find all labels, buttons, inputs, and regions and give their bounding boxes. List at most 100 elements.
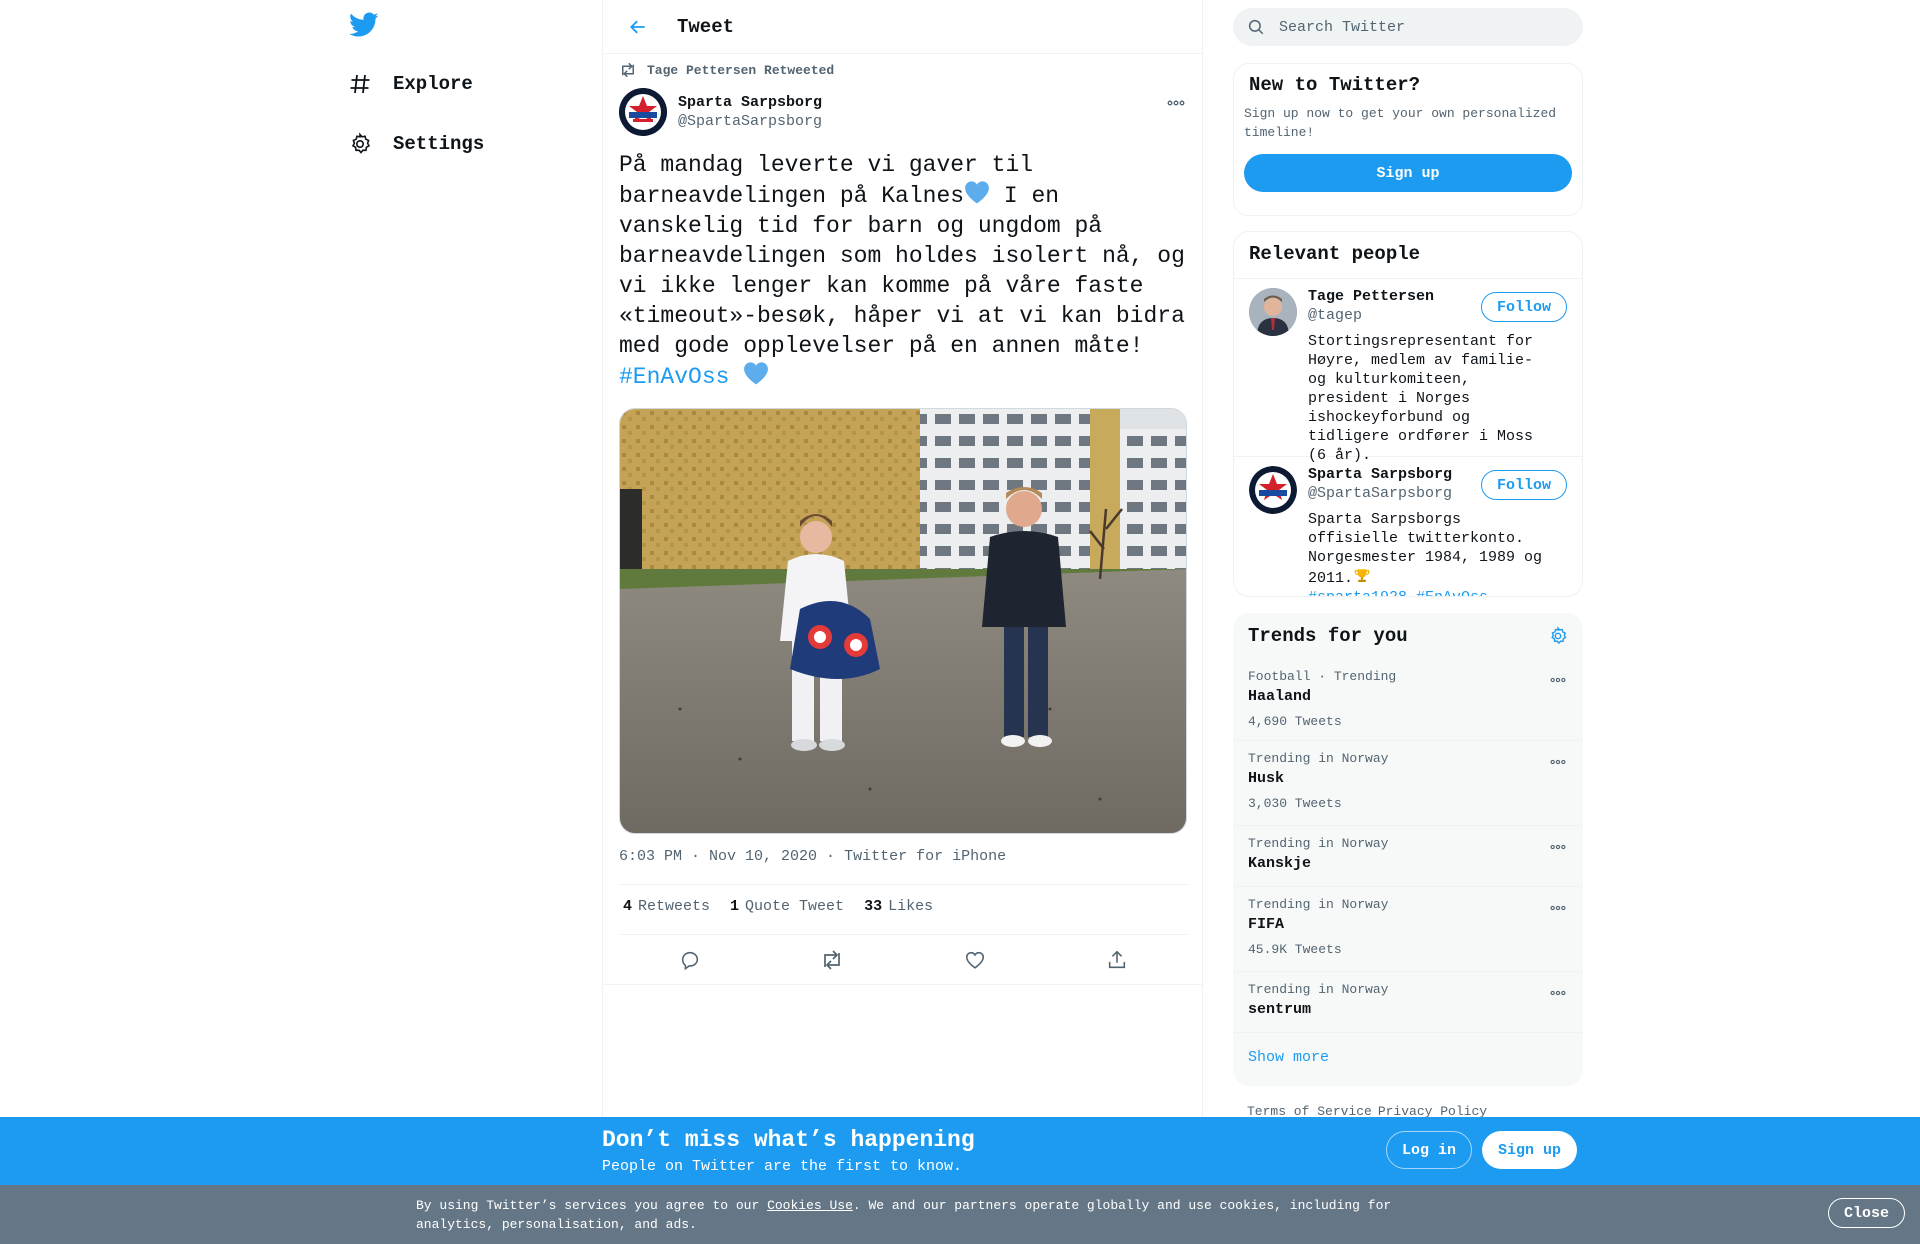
cookie-text: By using Twitter’s services you agree to…	[416, 1196, 1416, 1234]
likes-count: 33	[864, 898, 883, 915]
retweets-stat[interactable]: 4 Retweets	[623, 898, 710, 915]
trend-name: Kanskje	[1248, 855, 1312, 872]
person-bio: Sparta Sarpsborgs offisielle twitterkont…	[1308, 510, 1560, 596]
person-bio: Stortingsrepresentant for Høyre, medlem …	[1308, 333, 1534, 464]
tweet-photo[interactable]	[619, 408, 1187, 834]
sparta-logo-avatar[interactable]	[619, 88, 667, 136]
trend-context: Trending in Norway	[1248, 751, 1389, 766]
more-options-icon[interactable]	[1547, 673, 1569, 687]
trend-name: sentrum	[1248, 1001, 1312, 1018]
trend-count: 45.9K Tweets	[1248, 942, 1342, 957]
share-icon[interactable]	[1100, 943, 1134, 977]
retweet-small-icon	[622, 62, 634, 78]
banner-subtitle: People on Twitter are the first to know.	[602, 1158, 963, 1175]
author-handle[interactable]: @SpartaSarpsborg	[678, 113, 822, 130]
sparta-logo-avatar[interactable]	[1249, 466, 1297, 514]
signup-card: New to Twitter? Sign up now to get your …	[1233, 63, 1583, 216]
tweet-text-part2: I en vanskelig tid for barn og ungdom på…	[619, 183, 1185, 359]
likes-label: Likes	[888, 898, 934, 915]
nav-explore-label: Explore	[393, 73, 473, 95]
retweets-label: Retweets	[638, 898, 711, 915]
search-input[interactable]	[1279, 18, 1559, 36]
show-more-link[interactable]: Show more	[1233, 1033, 1583, 1082]
trend-item[interactable]: Trending in Norway Kanskje	[1233, 826, 1583, 887]
retweeted-by-label: Tage Pettersen Retweeted	[647, 62, 835, 78]
more-options-icon[interactable]	[1164, 94, 1188, 112]
person-item[interactable]: Tage Pettersen @tagep Stortingsrepresent…	[1234, 279, 1582, 464]
banner-title: Don’t miss what’s happening	[602, 1127, 975, 1153]
cookie-bar: By using Twitter’s services you agree to…	[0, 1185, 1920, 1244]
tweet-column: Tweet Tage Pettersen Retweeted Sparta Sa…	[602, 0, 1203, 1244]
trends-title: Trends for you	[1248, 625, 1408, 647]
follow-button[interactable]: Follow	[1480, 292, 1567, 322]
trend-item[interactable]: Trending in Norway Husk 3,030 Tweets	[1233, 741, 1583, 826]
retweet-icon[interactable]	[815, 943, 849, 977]
tweet-author[interactable]: Sparta Sarpsborg @SpartaSarpsborg	[619, 88, 822, 136]
trends-settings-gear-icon[interactable]	[1548, 626, 1568, 646]
quotes-stat[interactable]: 1 Quote Tweet	[730, 898, 844, 915]
blue-heart-emoji	[965, 181, 989, 204]
search-icon	[1248, 19, 1264, 35]
signup-button[interactable]: Sign up	[1244, 154, 1572, 192]
trend-count: 4,690 Tweets	[1248, 714, 1342, 729]
trend-item[interactable]: Football · Trending Haaland 4,690 Tweets	[1233, 659, 1583, 741]
divider	[603, 984, 1202, 985]
twitter-bird-icon[interactable]	[349, 12, 379, 40]
person-bio-tags[interactable]: #sparta1928 #EnAvOss	[1308, 589, 1488, 596]
retweet-context[interactable]: Tage Pettersen Retweeted	[619, 62, 834, 78]
more-options-icon[interactable]	[1547, 901, 1569, 915]
person-item[interactable]: Sparta Sarpsborg @SpartaSarpsborg Sparta…	[1234, 457, 1582, 596]
gear-icon	[345, 129, 375, 159]
hashtag-icon	[345, 69, 375, 99]
tweet-actions	[619, 942, 1188, 978]
tweet-header: Tweet	[603, 0, 1202, 54]
trend-count: 3,030 Tweets	[1248, 796, 1342, 811]
divider	[619, 884, 1188, 885]
back-arrow-icon[interactable]	[623, 12, 653, 42]
relevant-people-card: Relevant people Tage Pettersen @tagep St…	[1233, 231, 1583, 597]
blue-heart-emoji	[744, 362, 769, 385]
cookie-close-button[interactable]: Close	[1828, 1198, 1906, 1228]
retweets-count: 4	[623, 898, 633, 915]
quotes-label: Quote Tweet	[745, 898, 845, 915]
trend-name: FIFA	[1248, 916, 1285, 933]
avatar[interactable]	[1249, 288, 1297, 336]
signup-card-title: New to Twitter?	[1249, 74, 1421, 96]
quotes-count: 1	[730, 898, 740, 915]
like-icon[interactable]	[958, 943, 992, 977]
tweet-meta: 6:03 PM · Nov 10, 2020 · Twitter for iPh…	[619, 848, 1007, 865]
login-button[interactable]: Log in	[1386, 1131, 1473, 1169]
trend-context: Football · Trending	[1248, 669, 1397, 684]
nav-explore[interactable]: Explore	[345, 64, 473, 104]
trends-card: Trends for you Football · Trending Haala…	[1233, 613, 1583, 1086]
likes-stat[interactable]: 33 Likes	[864, 898, 933, 915]
trend-context: Trending in Norway	[1248, 897, 1389, 912]
follow-button[interactable]: Follow	[1480, 470, 1567, 500]
trend-item[interactable]: Trending in Norway FIFA 45.9K Tweets	[1233, 887, 1583, 972]
nav-settings[interactable]: Settings	[345, 124, 484, 164]
more-options-icon[interactable]	[1547, 755, 1569, 769]
more-options-icon[interactable]	[1547, 986, 1569, 1000]
cookie-text-before: By using Twitter’s services you agree to…	[416, 1198, 768, 1213]
signup-banner: Don’t miss what’s happening People on Tw…	[0, 1117, 1920, 1185]
person-bio-text: Sparta Sarpsborgs offisielle twitterkont…	[1308, 511, 1543, 587]
cookies-use-link[interactable]: Cookies Use	[767, 1198, 853, 1213]
author-name[interactable]: Sparta Sarpsborg	[678, 94, 822, 111]
nav-settings-label: Settings	[393, 133, 485, 155]
search-box[interactable]	[1233, 8, 1583, 46]
trend-name: Husk	[1248, 770, 1285, 787]
relevant-people-title: Relevant people	[1249, 243, 1421, 265]
tweet-hashtag[interactable]: #EnAvOss	[619, 364, 729, 390]
banner-signup-button[interactable]: Sign up	[1482, 1131, 1578, 1169]
trend-item[interactable]: Trending in Norway sentrum	[1233, 972, 1583, 1033]
reply-icon[interactable]	[673, 943, 707, 977]
page-title: Tweet	[677, 15, 735, 38]
divider	[619, 934, 1188, 935]
trend-context: Trending in Norway	[1248, 982, 1389, 997]
trend-context: Trending in Norway	[1248, 836, 1389, 851]
more-options-icon[interactable]	[1547, 840, 1569, 854]
tweet-source[interactable]: Twitter for iPhone	[844, 848, 1006, 865]
trend-name: Haaland	[1248, 688, 1312, 705]
trophy-emoji	[1354, 569, 1370, 582]
tweet-timestamp[interactable]: 6:03 PM · Nov 10, 2020	[619, 848, 817, 865]
